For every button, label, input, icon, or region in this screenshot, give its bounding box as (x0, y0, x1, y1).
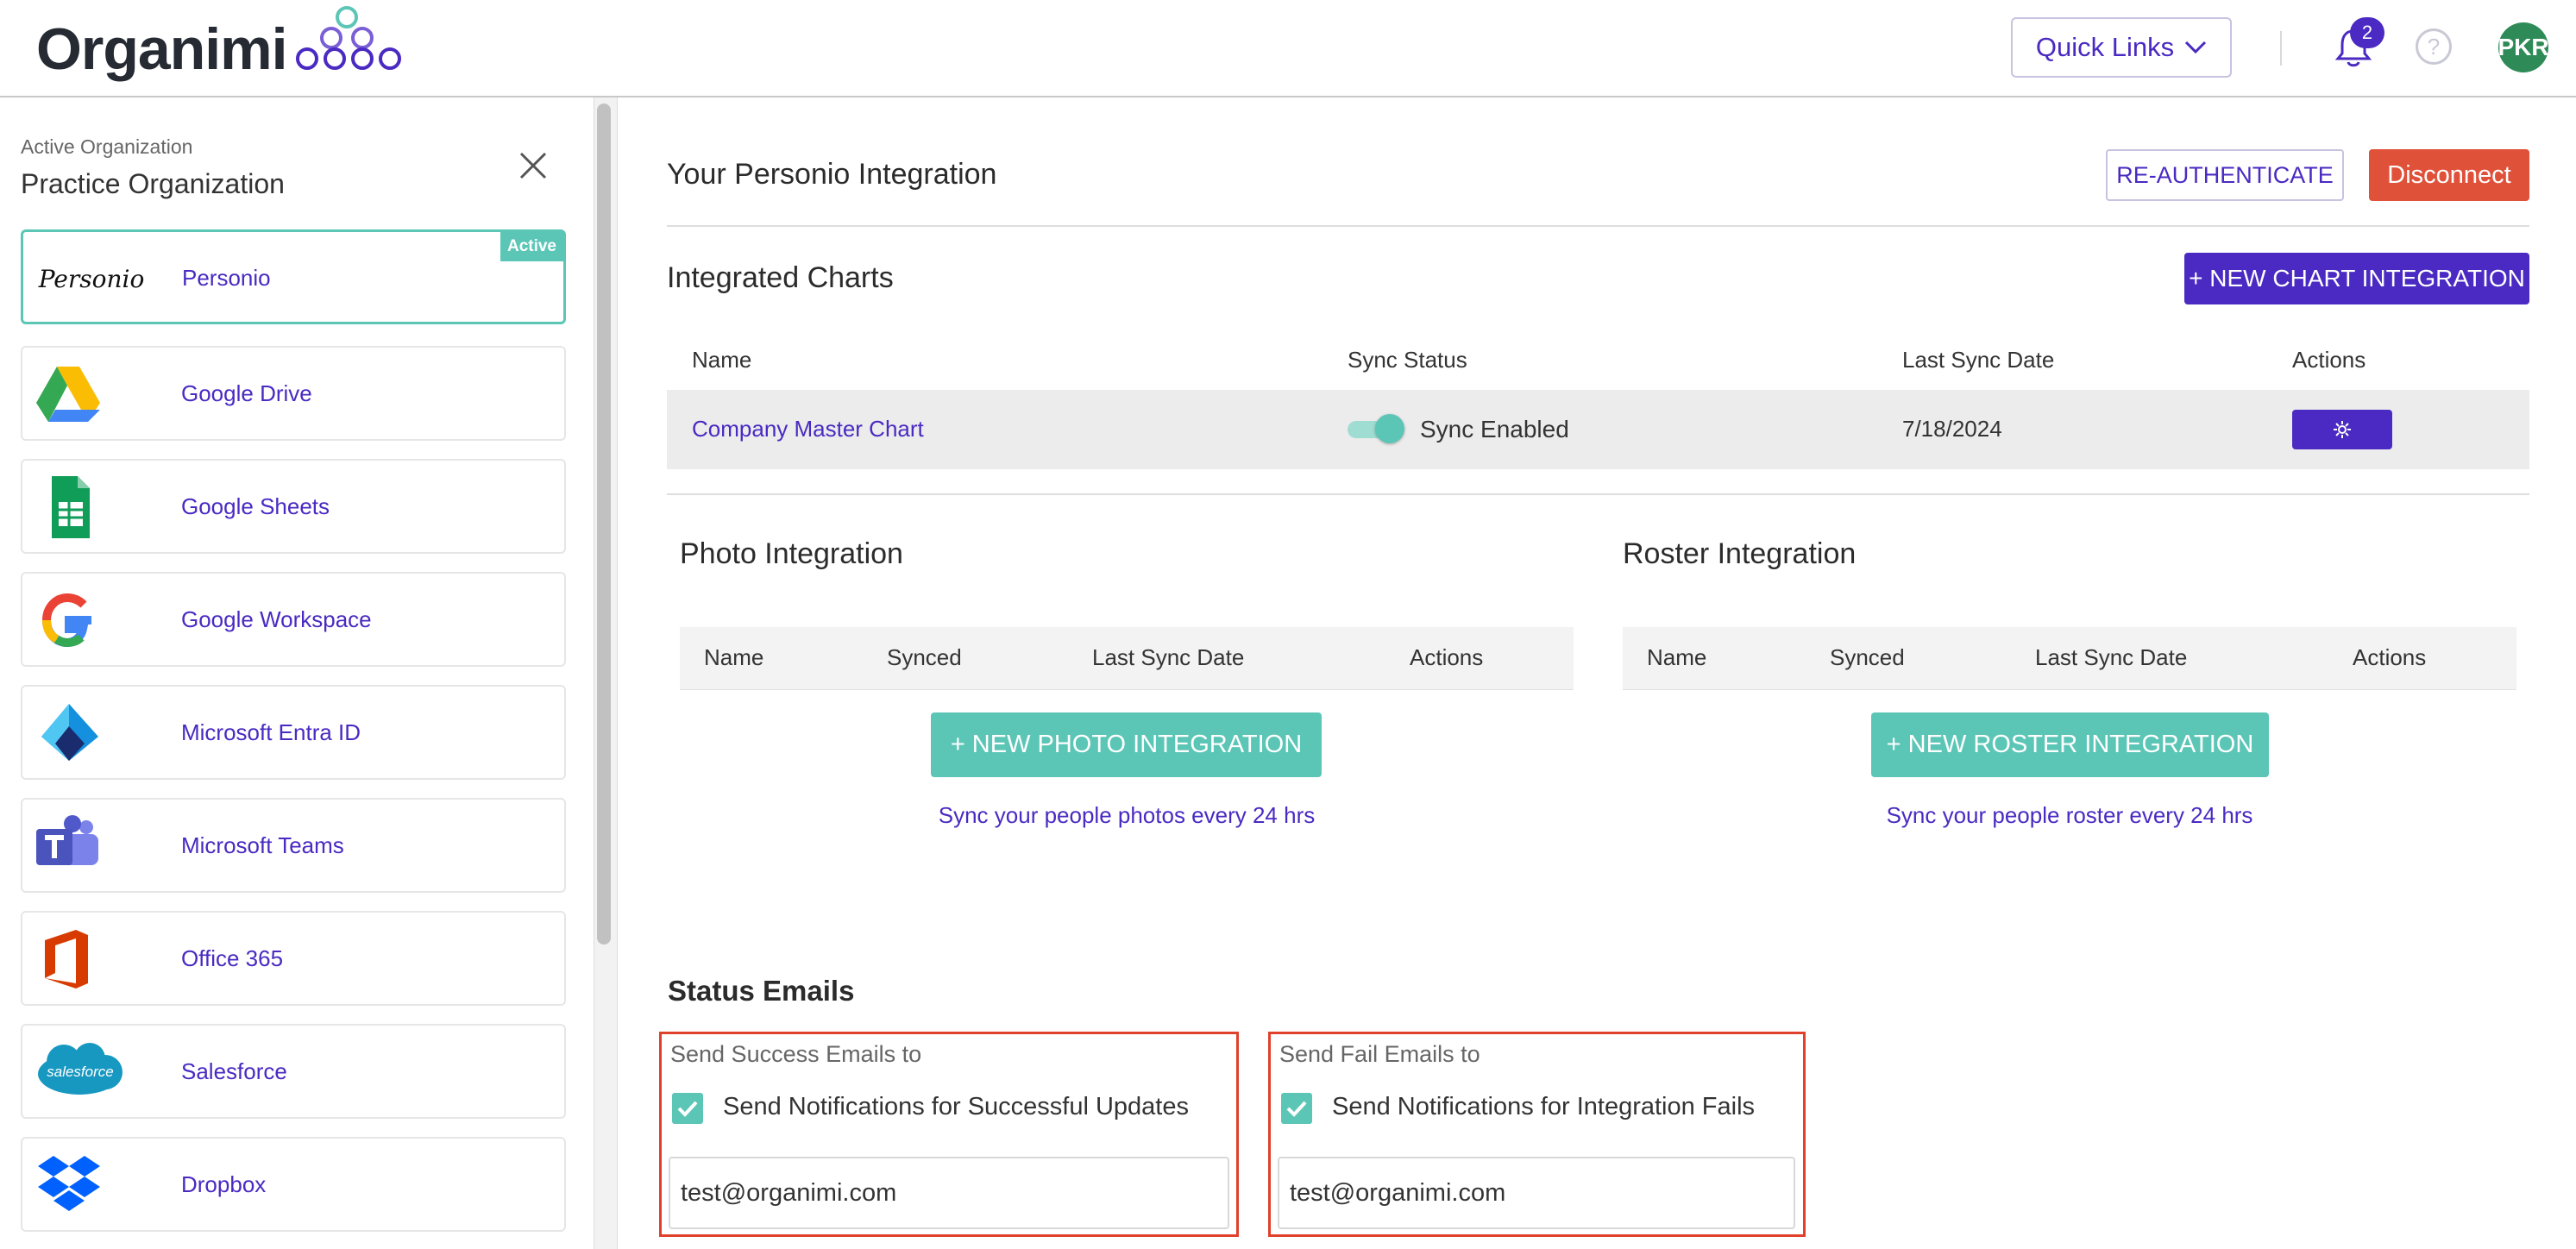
photo-sync-hint: Sync your people photos every 24 hrs (938, 802, 1316, 828)
google-drive-icon (36, 367, 100, 422)
top-header: Organimi Quick Links 2 ? PKR (0, 0, 2576, 97)
sidebar-item-google-drive[interactable]: Google Drive (21, 346, 566, 441)
sidebar-item-microsoft-entra[interactable]: Microsoft Entra ID (21, 685, 566, 780)
sidebar-item-salesforce[interactable]: salesforce Salesforce (21, 1024, 566, 1119)
success-emails-section: Send Success Emails to Send Notification… (659, 1032, 1239, 1237)
success-notifications-label: Send Notifications for Successful Update… (723, 1093, 1189, 1120)
google-sheets-icon (52, 476, 90, 538)
notification-badge: 2 (2350, 17, 2384, 48)
logo-text: Organimi (36, 16, 287, 82)
column-header-name: Name (692, 347, 752, 373)
column-header-synced: Synced (887, 644, 962, 670)
column-header-last-sync: Last Sync Date (2035, 644, 2188, 670)
sync-status-text: Sync Enabled (1420, 416, 1569, 442)
sidebar-item-label: Google Workspace (181, 606, 372, 632)
checkmark-icon (677, 1101, 698, 1117)
fail-emails-section: Send Fail Emails to Send Notifications f… (1268, 1032, 1806, 1237)
sidebar-item-label: Office 365 (181, 945, 284, 971)
column-header-actions: Actions (2292, 347, 2366, 373)
success-notifications-checkbox[interactable] (672, 1093, 703, 1124)
column-header-actions: Actions (2353, 644, 2427, 670)
column-header-sync-status: Sync Status (1348, 347, 1467, 373)
sidebar-scrollbar-thumb[interactable] (597, 104, 611, 945)
sidebar-item-label: Personio (182, 265, 271, 291)
status-emails-title: Status Emails (668, 975, 855, 1007)
integrated-charts-title: Integrated Charts (667, 261, 894, 294)
quick-links-label: Quick Links (2035, 32, 2175, 62)
column-header-actions: Actions (1410, 644, 1484, 670)
sidebar-item-label: Salesforce (181, 1058, 287, 1084)
dropbox-icon (38, 1156, 100, 1211)
table-row: Company Master Chart Sync Enabled 7/18/2… (667, 390, 2529, 469)
fail-notifications-label: Send Notifications for Integration Fails (1332, 1093, 1756, 1120)
sidebar-item-microsoft-teams[interactable]: Microsoft Teams (21, 798, 566, 893)
sidebar-item-label: Microsoft Teams (181, 832, 344, 858)
success-emails-label: Send Success Emails to (670, 1041, 922, 1067)
chart-name-link[interactable]: Company Master Chart (692, 416, 924, 442)
help-icon[interactable]: ? (2416, 28, 2452, 65)
personio-logo: Personio (38, 264, 145, 293)
last-sync-date: 7/18/2024 (1902, 416, 2002, 442)
column-header-last-sync: Last Sync Date (1902, 347, 2055, 373)
photo-integration-title: Photo Integration (680, 537, 903, 570)
google-workspace-icon (42, 593, 91, 648)
column-header-last-sync: Last Sync Date (1092, 644, 1245, 670)
sidebar-item-google-workspace[interactable]: Google Workspace (21, 572, 566, 667)
photo-table-header: Name Synced Last Sync Date Actions (680, 627, 1574, 690)
sidebar-item-label: Dropbox (181, 1171, 267, 1197)
chevron-down-icon (2185, 41, 2207, 54)
new-photo-integration-button[interactable]: + NEW PHOTO INTEGRATION (931, 712, 1322, 777)
quick-links-button[interactable]: Quick Links (2011, 17, 2232, 78)
gear-icon (2334, 421, 2351, 438)
checkmark-icon (1286, 1101, 1307, 1117)
re-authenticate-button[interactable]: RE-AUTHENTICATE (2106, 149, 2344, 201)
close-icon[interactable] (514, 147, 552, 185)
active-org-label: Active Organization (21, 135, 193, 158)
column-header-name: Name (1647, 644, 1707, 670)
sync-toggle[interactable] (1348, 414, 1404, 443)
org-name: Practice Organization (21, 168, 285, 199)
roster-table-header: Name Synced Last Sync Date Actions (1623, 627, 2516, 690)
section-divider (667, 493, 2529, 495)
microsoft-entra-icon (41, 704, 98, 761)
salesforce-icon: salesforce (33, 1039, 128, 1105)
avatar[interactable]: PKR (2498, 22, 2548, 72)
fail-emails-label: Send Fail Emails to (1279, 1041, 1480, 1067)
roster-sync-hint: Sync your people roster every 24 hrs (1886, 802, 2253, 828)
sidebar-item-label: Google Drive (181, 380, 312, 406)
column-header-name: Name (704, 644, 764, 670)
fail-notifications-checkbox[interactable] (1281, 1093, 1312, 1124)
active-tag: Active (499, 232, 563, 261)
roster-integration-title: Roster Integration (1623, 537, 1857, 570)
sidebar-item-office-365[interactable]: Office 365 (21, 911, 566, 1006)
sidebar-item-personio[interactable]: Personio Personio Active (21, 229, 566, 324)
column-header-synced: Synced (1830, 644, 1905, 670)
section-divider (667, 225, 2529, 227)
chart-settings-button[interactable] (2292, 410, 2392, 449)
fail-email-input[interactable]: test@organimi.com (1278, 1157, 1795, 1229)
header-divider (2280, 31, 2282, 66)
organimi-logo-icon (296, 6, 401, 70)
sidebar-item-label: Google Sheets (181, 493, 330, 519)
microsoft-teams-icon (36, 815, 98, 865)
new-chart-integration-button[interactable]: + NEW CHART INTEGRATION (2184, 253, 2529, 304)
success-email-input[interactable]: test@organimi.com (669, 1157, 1229, 1229)
office-365-icon (45, 930, 88, 989)
disconnect-button[interactable]: Disconnect (2369, 149, 2529, 201)
sidebar-item-google-sheets[interactable]: Google Sheets (21, 459, 566, 554)
sidebar-item-dropbox[interactable]: Dropbox (21, 1137, 566, 1232)
new-roster-integration-button[interactable]: + NEW ROSTER INTEGRATION (1871, 712, 2269, 777)
sidebar-item-label: Microsoft Entra ID (181, 719, 361, 745)
integration-title: Your Personio Integration (667, 158, 997, 191)
